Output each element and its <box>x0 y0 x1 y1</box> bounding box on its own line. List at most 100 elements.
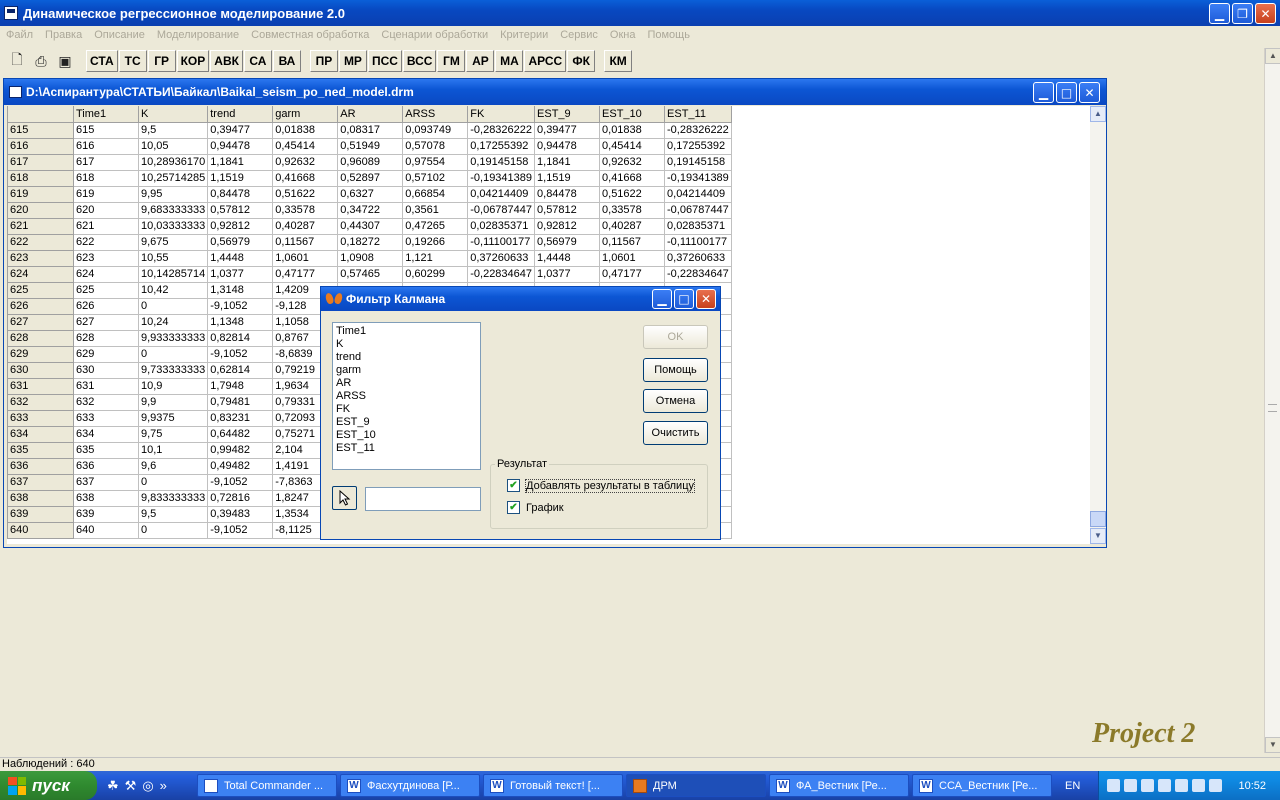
table-cell[interactable]: 616 <box>73 137 139 155</box>
table-cell[interactable]: -9,1052 <box>207 345 274 363</box>
row-header[interactable]: 624 <box>7 265 74 283</box>
tray-monitor-icon[interactable] <box>1141 779 1154 792</box>
toolbar-button-ar[interactable]: АР <box>466 50 495 72</box>
table-cell[interactable]: 0,92632 <box>272 153 339 171</box>
table-cell[interactable]: 0,45414 <box>272 137 339 155</box>
row-header[interactable]: 619 <box>7 185 74 203</box>
table-cell[interactable]: 1,0601 <box>272 249 339 267</box>
taskbar-item-word-1[interactable]: W Фасхутдинова [Р... <box>340 774 480 797</box>
table-cell[interactable]: 640 <box>73 521 139 539</box>
list-item[interactable]: Time1 <box>336 325 477 338</box>
table-cell[interactable]: 0,57465 <box>337 265 404 283</box>
row-header[interactable]: 635 <box>7 441 74 459</box>
table-cell[interactable]: -0,11100177 <box>467 233 536 251</box>
table-cell[interactable]: 1,121 <box>402 249 469 267</box>
table-cell[interactable]: 9,75 <box>137 425 209 443</box>
toolbar-button-va[interactable]: ВА <box>272 50 301 72</box>
row-header[interactable]: 629 <box>7 345 74 363</box>
table-cell[interactable]: 9,833333333 <box>137 489 209 507</box>
main-vertical-scrollbar[interactable]: ▲ ▼ <box>1264 48 1280 753</box>
table-cell[interactable]: 0,41668 <box>599 169 666 187</box>
ok-button[interactable]: OK <box>643 325 708 349</box>
data-window-titlebar[interactable]: D:\Аспирантура\СТАТЬИ\Байкал\Baikal_seis… <box>4 79 1106 105</box>
table-cell[interactable]: 0,093749 <box>402 121 469 139</box>
row-header[interactable]: 632 <box>7 393 74 411</box>
table-cell[interactable]: 1,0601 <box>599 249 666 267</box>
table-cell[interactable]: 0,01838 <box>599 121 666 139</box>
table-cell[interactable]: -0,19341389 <box>664 169 732 187</box>
table-cell[interactable]: 1,1519 <box>207 169 274 187</box>
tray-network-icon[interactable] <box>1107 779 1120 792</box>
table-cell[interactable]: 637 <box>73 473 139 491</box>
taskbar-item-word-3[interactable]: W ФА_Вестник [Ре... <box>769 774 909 797</box>
table-cell[interactable]: 0,72816 <box>207 489 274 507</box>
row-header[interactable]: 636 <box>7 457 74 475</box>
column-header[interactable]: FK <box>467 106 536 123</box>
row-header[interactable]: 639 <box>7 505 74 523</box>
table-cell[interactable]: 0,57812 <box>534 201 601 219</box>
table-cell[interactable]: -9,1052 <box>207 521 274 539</box>
help-button[interactable]: Помощь <box>643 358 708 382</box>
table-cell[interactable]: 630 <box>73 361 139 379</box>
row-header[interactable]: 630 <box>7 361 74 379</box>
select-variable-button[interactable] <box>332 486 357 510</box>
table-cell[interactable]: 10,28936170 <box>137 153 209 171</box>
scroll-up-arrow[interactable]: ▲ <box>1265 48 1280 64</box>
table-row[interactable]: 621 621 10,03333333 0,92812 0,40287 0,44307 0,… <box>7 217 732 235</box>
row-header[interactable]: 631 <box>7 377 74 395</box>
row-header[interactable]: 627 <box>7 313 74 331</box>
table-cell[interactable]: 0,94478 <box>534 137 601 155</box>
toolbar-button-km[interactable]: КМ <box>604 50 633 72</box>
dialog-minimize-button[interactable]: ▁ <box>652 289 672 309</box>
more-chevron-icon[interactable]: » <box>160 778 167 793</box>
table-cell[interactable]: -0,06787447 <box>467 201 536 219</box>
tray-volume-icon[interactable] <box>1209 779 1222 792</box>
main-titlebar[interactable]: Динамическое регрессионное моделирование… <box>0 0 1280 26</box>
menu-scenarios[interactable]: Сценарии обработки <box>375 29 494 41</box>
grid-scroll-thumb[interactable] <box>1090 511 1106 527</box>
table-cell[interactable]: 0,04214409 <box>467 185 536 203</box>
table-cell[interactable]: 0,57102 <box>402 169 469 187</box>
table-cell[interactable]: 0,82814 <box>207 329 274 347</box>
table-cell[interactable]: 0,41668 <box>272 169 339 187</box>
table-cell[interactable]: 626 <box>73 297 139 315</box>
table-cell[interactable]: 0,34722 <box>337 201 404 219</box>
table-cell[interactable]: 0 <box>137 521 209 539</box>
table-cell[interactable]: 623 <box>73 249 139 267</box>
start-button[interactable]: пуск <box>0 771 97 800</box>
table-row[interactable]: 618 618 10,25714285 1,1519 0,41668 0,52897 0,5… <box>7 169 732 187</box>
column-header[interactable]: Time1 <box>73 106 139 123</box>
table-cell[interactable]: 10,03333333 <box>137 217 209 235</box>
table-cell[interactable]: 1,1841 <box>207 153 274 171</box>
table-cell[interactable]: 0,44307 <box>337 217 404 235</box>
table-cell[interactable]: 0,92632 <box>599 153 666 171</box>
table-cell[interactable]: 0,04214409 <box>664 185 732 203</box>
row-header[interactable]: 617 <box>7 153 74 171</box>
table-cell[interactable]: 0,97554 <box>402 153 469 171</box>
table-row[interactable]: 623 623 10,55 1,4448 1,0601 1,0908 1,121 0,3726… <box>7 249 732 267</box>
table-cell[interactable]: 0,6327 <box>337 185 404 203</box>
menu-joint-processing[interactable]: Совместная обработка <box>245 29 375 41</box>
table-cell[interactable]: 9,6 <box>137 457 209 475</box>
toolbar-button-fk[interactable]: ФК <box>567 50 596 72</box>
column-header[interactable]: trend <box>207 106 274 123</box>
table-cell[interactable]: 0,39483 <box>207 505 274 523</box>
table-cell[interactable]: 0,11567 <box>599 233 666 251</box>
row-header[interactable]: 628 <box>7 329 74 347</box>
table-cell[interactable]: 0,57078 <box>402 137 469 155</box>
table-cell[interactable]: 639 <box>73 505 139 523</box>
table-cell[interactable]: 0,84478 <box>534 185 601 203</box>
column-header[interactable]: ARSS <box>402 106 469 123</box>
toolbar-button-ma[interactable]: МА <box>495 50 524 72</box>
table-cell[interactable]: 0,01838 <box>272 121 339 139</box>
new-file-button[interactable]: 🗋 <box>6 50 28 72</box>
table-cell[interactable]: 0,19145158 <box>467 153 536 171</box>
dialog-close-button[interactable]: ✕ <box>696 289 716 309</box>
table-cell[interactable]: 0,17255392 <box>664 137 732 155</box>
table-cell[interactable]: 0,62814 <box>207 361 274 379</box>
variables-listbox[interactable]: Time1 K trend garm AR ARSS FK EST_9 EST_… <box>332 322 481 470</box>
table-cell[interactable]: 0,40287 <box>599 217 666 235</box>
table-cell[interactable]: 0,39477 <box>207 121 274 139</box>
row-header[interactable]: 638 <box>7 489 74 507</box>
table-cell[interactable]: 634 <box>73 425 139 443</box>
